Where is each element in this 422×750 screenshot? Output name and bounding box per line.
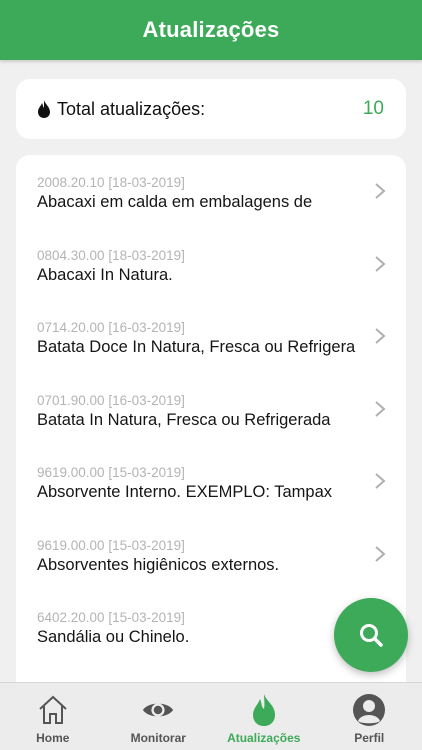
item-code: 6402.20.00 [15-03-2019] [37, 610, 185, 625]
eye-icon [143, 703, 174, 717]
list-item[interactable]: 0804.30.00 [18-03-2019] Abacaxi In Natur… [16, 228, 406, 301]
search-icon [360, 624, 383, 647]
list-item[interactable]: 0701.90.00 [16-03-2019] Batata In Natura… [16, 373, 406, 446]
tab-monitorar[interactable]: Monitorar [106, 683, 212, 750]
item-description: Batata In Natura, Fresca ou Refrigerada [37, 410, 331, 429]
drop-icon [38, 100, 50, 118]
item-code: 0714.20.00 [16-03-2019] [37, 320, 185, 335]
item-code: 0804.30.00 [18-03-2019] [37, 247, 185, 263]
total-updates-count: 10 [362, 98, 384, 119]
tab-label: Perfil [354, 731, 385, 745]
list-item[interactable]: 2008.20.10 [18-03-2019] Abacaxi em calda… [16, 155, 406, 228]
app-header: Atualizações [0, 0, 422, 60]
tab-label: Home [36, 731, 70, 745]
bottom-tab-bar: Home Monitorar Atualizações Perfil [0, 682, 422, 750]
flame-icon [252, 694, 275, 726]
chevron-right-icon [375, 255, 386, 272]
item-description: Absorvente Interno. EXEMPLO: Tampax [37, 483, 333, 501]
chevron-right-icon [375, 545, 386, 562]
item-code: 0701.90.00 [16-03-2019] [37, 392, 185, 408]
item-code: 9619.00.00 [15-03-2019] [37, 537, 185, 553]
item-description: Batata Doce In Natura, Fresca ou Refrige… [37, 338, 356, 356]
item-description: Sandália ou Chinelo. [37, 628, 190, 646]
item-description: Absorventes higiênicos externos. [37, 555, 280, 574]
tab-atualizacoes[interactable]: Atualizações [211, 683, 317, 750]
total-updates-card: Total atualizações: 10 [16, 79, 406, 139]
chevron-right-icon [375, 183, 386, 199]
item-code: 9619.00.00 [15-03-2019] [37, 465, 185, 480]
search-button[interactable] [334, 598, 408, 672]
tab-label: Atualizações [227, 731, 301, 745]
tab-label: Monitorar [130, 731, 186, 745]
chevron-right-icon [375, 400, 386, 417]
tab-perfil[interactable]: Perfil [317, 683, 422, 750]
home-icon [39, 695, 67, 724]
list-item[interactable]: 9619.00.00 [15-03-2019] Absorvente Inter… [16, 445, 406, 518]
item-description: Abacaxi In Natura. [37, 265, 173, 284]
total-updates-label: Total atualizações: [57, 98, 206, 119]
chevron-right-icon [375, 473, 386, 489]
item-code: 2008.20.10 [18-03-2019] [37, 175, 185, 190]
tab-home[interactable]: Home [0, 683, 106, 750]
page-title: Atualizações [142, 17, 280, 42]
item-description: Abacaxi em calda em embalagens de [37, 193, 313, 211]
chevron-right-icon [375, 328, 386, 344]
list-item[interactable]: 9619.00.00 [15-03-2019] Absorventes higi… [16, 518, 406, 591]
user-icon [353, 694, 386, 726]
list-item[interactable]: 0714.20.00 [16-03-2019] Batata Doce In N… [16, 300, 406, 373]
